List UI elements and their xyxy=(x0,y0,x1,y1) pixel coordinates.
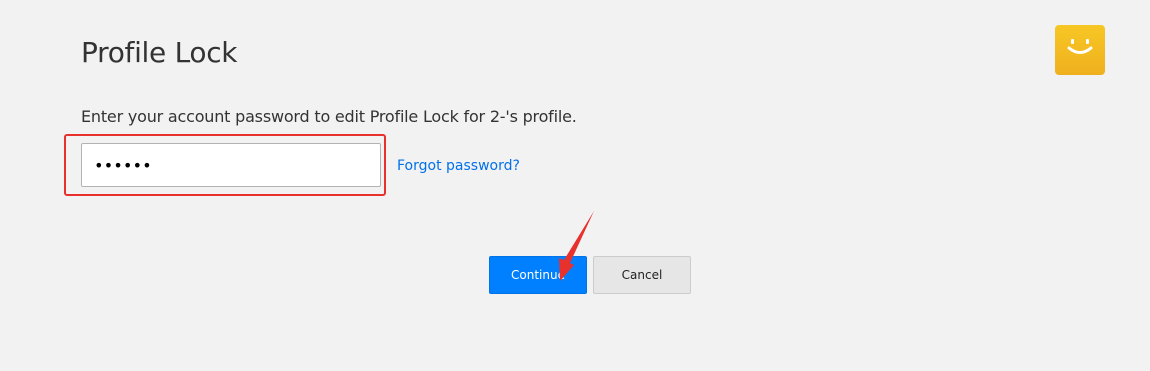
page-title: Profile Lock xyxy=(81,36,238,69)
cancel-button[interactable]: Cancel xyxy=(593,256,691,294)
password-field[interactable] xyxy=(81,143,381,187)
forgot-password-link[interactable]: Forgot password? xyxy=(397,156,520,176)
right-eye xyxy=(1086,39,1089,44)
left-eye xyxy=(1071,39,1074,44)
continue-button[interactable]: Continue xyxy=(489,256,587,294)
smiley-face-icon xyxy=(1067,39,1093,54)
instruction-text: Enter your account password to edit Prof… xyxy=(81,107,577,126)
profile-avatar xyxy=(1055,25,1105,75)
smile xyxy=(1067,46,1093,54)
